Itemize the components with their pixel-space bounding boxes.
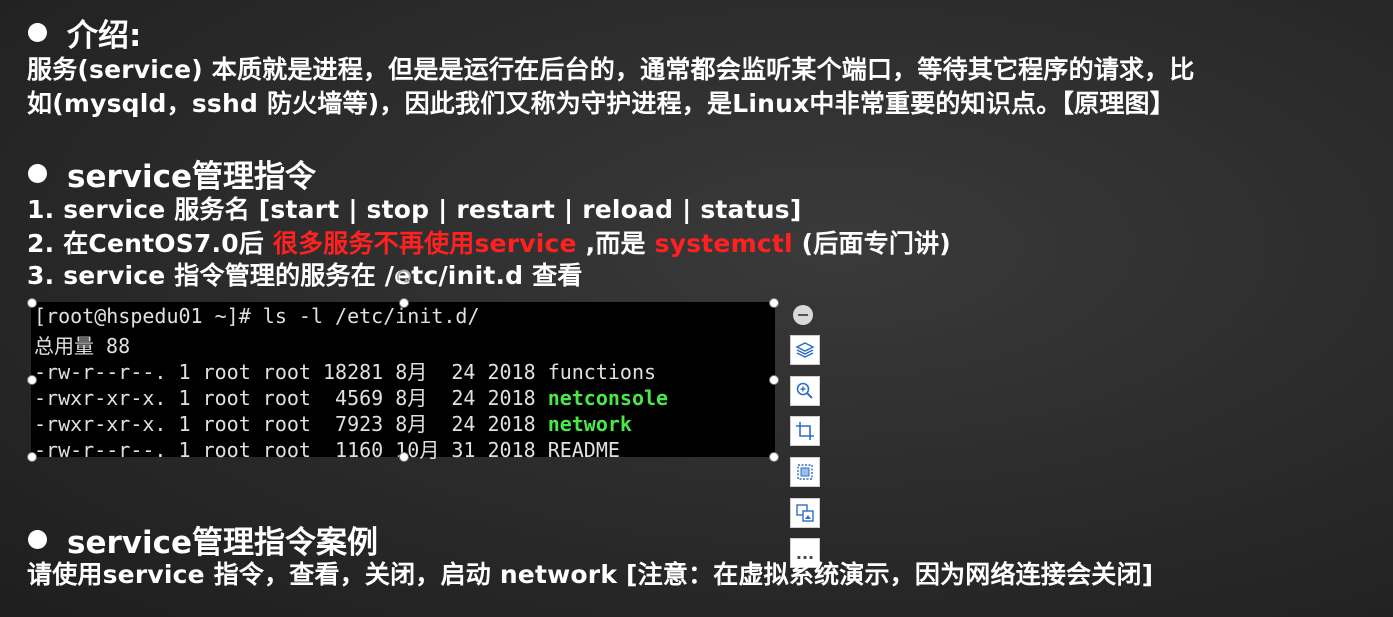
row-prefix: -rwxr-xr-x. 1 root root 7923 8月 24 2018 bbox=[34, 412, 548, 436]
row-filename: network bbox=[547, 412, 632, 436]
terminal-command-line: [root@hspedu01 ~]# ls -l /etc/init.d/ bbox=[34, 304, 480, 328]
terminal-screenshot[interactable]: [root@hspedu01 ~]# ls -l /etc/init.d/ 总用… bbox=[31, 302, 775, 462]
row-prefix: -rw-r--r--. 1 root root 18281 8月 24 2018 bbox=[34, 360, 548, 384]
resize-handle-bottom-right[interactable] bbox=[769, 452, 779, 462]
minus-circle-icon[interactable] bbox=[793, 305, 813, 325]
intro-heading-text: 介绍: bbox=[67, 18, 142, 54]
resize-handle-bottom-left[interactable] bbox=[27, 452, 37, 462]
fit-icon[interactable] bbox=[790, 457, 820, 487]
crop-icon[interactable] bbox=[790, 416, 820, 446]
item2-highlight-1: 很多服务不再使用service bbox=[272, 229, 577, 258]
case-line: 请使用service 指令，查看，关闭，启动 network [注意：在虚拟系统… bbox=[27, 560, 1154, 589]
intro-heading: 介绍: bbox=[28, 10, 141, 55]
replace-image-icon[interactable] bbox=[790, 498, 820, 528]
resize-handle-middle-left[interactable] bbox=[27, 375, 37, 385]
item2-mid: ,而是 bbox=[576, 229, 655, 258]
bullet-icon bbox=[28, 164, 47, 183]
row-filename: netconsole bbox=[547, 386, 669, 410]
resize-handle-top-center[interactable] bbox=[399, 298, 409, 308]
intro-line-2: 如(mysqld，sshd 防火墙等)，因此我们又称为守护进程，是Linux中非… bbox=[27, 89, 1175, 118]
slide: 介绍: 服务(service) 本质就是进程，但是是运行在后台的，通常都会监听某… bbox=[0, 0, 1393, 617]
row-prefix: -rw-r--r--. 1 root root 1160 10月 31 2018 bbox=[34, 438, 548, 462]
service-cmd-item-1: 1. service 服务名 [start | stop | restart |… bbox=[27, 195, 802, 224]
service-cmd-item-3: 3. service 指令管理的服务在 /etc/init.d 查看 bbox=[27, 261, 583, 290]
terminal-row: -rw-r--r--. 1 root root 18281 8月 24 2018… bbox=[34, 356, 656, 385]
item2-pre: 2. 在CentOS7.0后 bbox=[27, 229, 273, 258]
layers-icon[interactable] bbox=[790, 335, 820, 365]
row-prefix: -rwxr-xr-x. 1 root root 4569 8月 24 2018 bbox=[34, 386, 548, 410]
resize-handle-top-left[interactable] bbox=[27, 298, 37, 308]
item2-post: (后面专门讲) bbox=[792, 229, 951, 258]
resize-handle-bottom-center[interactable] bbox=[399, 452, 409, 462]
bullet-icon bbox=[28, 530, 47, 549]
intro-line-1: 服务(service) 本质就是进程，但是是运行在后台的，通常都会监听某个端口，… bbox=[27, 55, 1195, 84]
terminal-total-line: 总用量 88 bbox=[34, 334, 131, 358]
rotate-handle-icon[interactable] bbox=[395, 268, 413, 286]
resize-handle-middle-right[interactable] bbox=[769, 375, 779, 385]
resize-handle-top-right[interactable] bbox=[769, 298, 779, 308]
terminal-row: -rwxr-xr-x. 1 root root 4569 8月 24 2018 … bbox=[34, 382, 668, 411]
row-filename: functions bbox=[547, 360, 657, 384]
bullet-icon bbox=[28, 23, 47, 42]
terminal-row: -rw-r--r--. 1 root root 1160 10月 31 2018… bbox=[34, 434, 620, 463]
service-cmd-item-2: 2. 在CentOS7.0后 很多服务不再使用service ,而是 syste… bbox=[27, 224, 951, 260]
row-filename: README bbox=[547, 438, 620, 462]
zoom-in-icon[interactable] bbox=[790, 376, 820, 406]
item2-highlight-2: systemctl bbox=[654, 229, 793, 258]
terminal-row: -rwxr-xr-x. 1 root root 7923 8月 24 2018 … bbox=[34, 408, 632, 437]
